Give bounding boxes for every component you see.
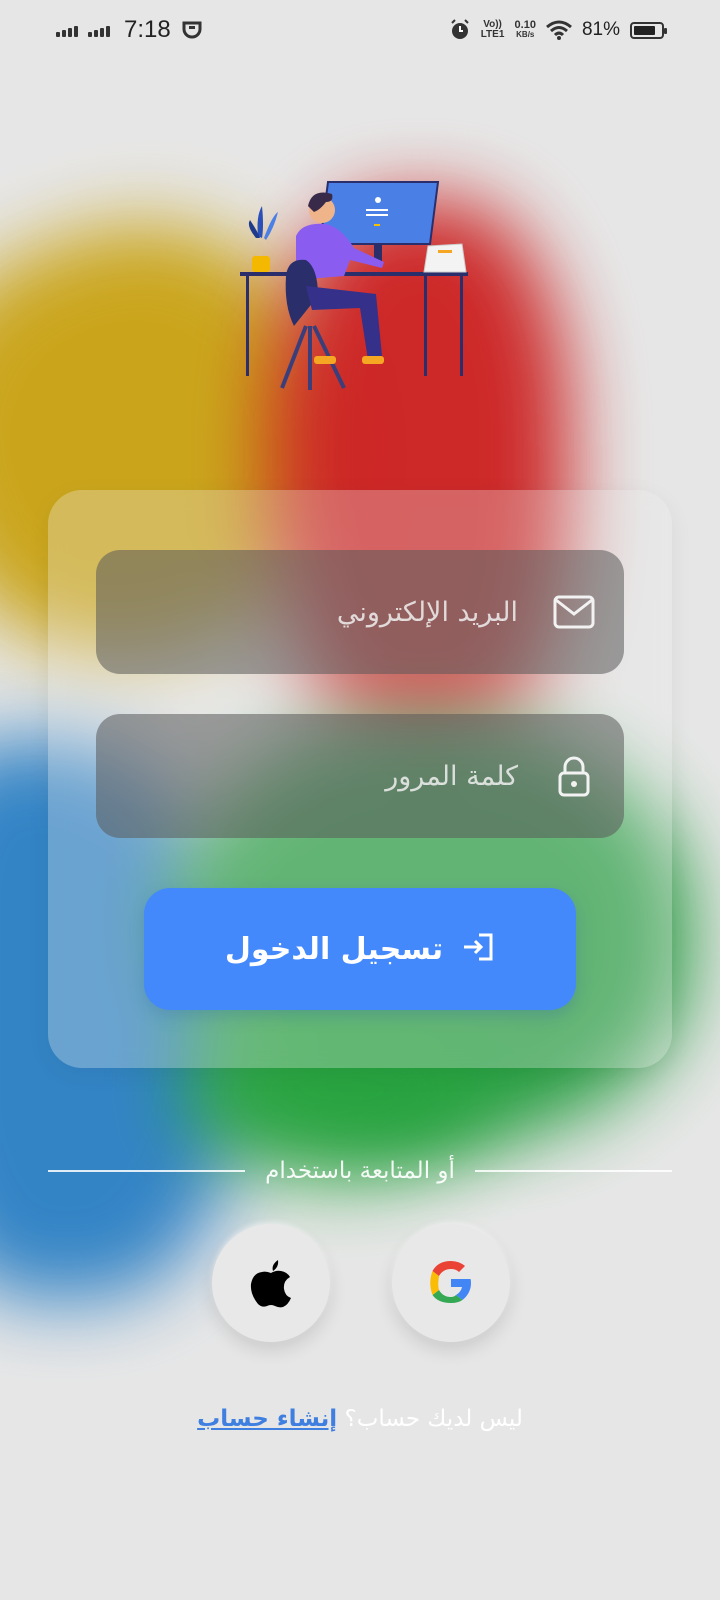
battery-icon [630,21,667,39]
wifi-icon [546,20,572,40]
divider-text: أو المتابعة باستخدام [265,1158,455,1184]
person-at-desk-illustration [240,181,468,390]
divider-line-right [474,1170,673,1172]
network-speed-value: 0.10 [514,19,536,31]
network-speed: 0.10 KB/s [515,20,536,40]
battery-percentage: 81% [581,19,620,40]
signup-prompt: ليس لديك حساب؟ إنشاء حساب [0,1406,720,1432]
notification-icon [182,21,202,39]
lock-icon [552,754,596,798]
password-field[interactable]: كلمة المرور [96,714,624,838]
signup-question: ليس لديك حساب؟ [344,1406,523,1432]
mail-icon [552,590,596,634]
signal-icon [56,23,78,37]
google-login-button[interactable] [392,1224,510,1342]
volte-indicator: Vo)) LTE1 [480,19,505,40]
alarm-icon [450,19,469,39]
password-placeholder: كلمة المرور [385,760,518,792]
login-button-label: تسجيل الدخول [224,931,444,967]
login-icon [461,932,495,966]
status-bar: 7:18 Vo)) LTE1 0.10 KB/s 81% [0,0,720,60]
signal-icon-2 [88,23,110,37]
battery-level [634,25,656,35]
google-icon [430,1261,471,1303]
email-field[interactable]: البريد الإلكتروني [96,550,624,674]
network-speed-unit: KB/s [516,30,535,39]
login-button[interactable]: تسجيل الدخول [144,888,576,1010]
clock: 7:18 [124,16,171,43]
alternative-login-divider: أو المتابعة باستخدام [48,1156,673,1186]
login-screen: 7:18 Vo)) LTE1 0.10 KB/s 81% البريد الإل… [0,0,720,1600]
signup-link[interactable]: إنشاء حساب [197,1406,337,1432]
email-placeholder: البريد الإلكتروني [336,596,518,628]
divider-line-left [48,1170,246,1172]
apple-icon [250,1260,291,1308]
apple-login-button[interactable] [212,1224,330,1342]
